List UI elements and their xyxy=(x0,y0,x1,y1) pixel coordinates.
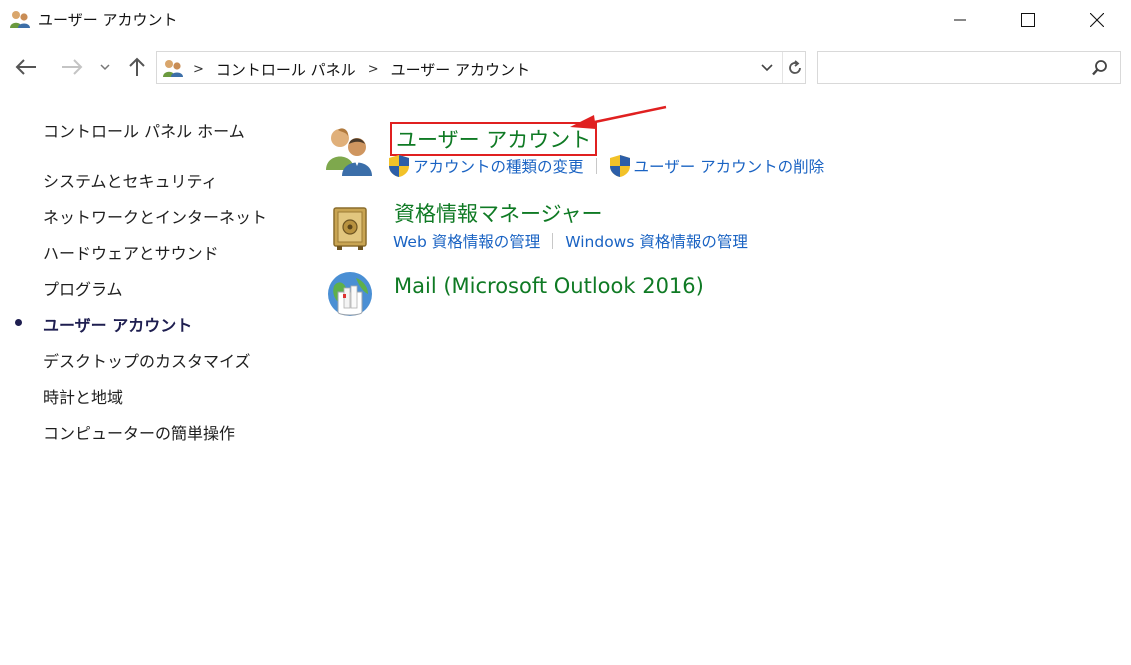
back-button[interactable] xyxy=(12,54,40,80)
vault-icon xyxy=(333,207,367,250)
category-links-user-accounts: アカウントの種類の変更 ユーザー アカウントの削除 xyxy=(388,154,824,178)
breadcrumb-item-user-accounts[interactable]: ユーザー アカウント xyxy=(391,59,530,80)
arrow-right-icon xyxy=(62,59,83,75)
sidebar-item-programs[interactable]: プログラム xyxy=(43,276,123,300)
minimize-icon xyxy=(954,19,966,21)
uac-shield-icon xyxy=(609,155,630,177)
users-icon xyxy=(10,11,30,28)
sidebar-item-ease-of-access[interactable]: コンピューターの簡単操作 xyxy=(43,420,235,444)
category-title-credential-manager[interactable]: 資格情報マネージャー xyxy=(394,198,603,228)
up-button[interactable] xyxy=(124,54,150,80)
mail-globe-icon xyxy=(328,272,372,316)
sidebar-item-clock-region[interactable]: 時計と地域 xyxy=(43,384,123,408)
maximize-button[interactable] xyxy=(993,0,1063,40)
sidebar-item-system-security[interactable]: システムとセキュリティ xyxy=(43,168,218,192)
breadcrumb-separator[interactable]: > xyxy=(368,62,379,77)
link-divider xyxy=(595,158,597,174)
link-divider xyxy=(552,233,554,249)
address-dropdown-button[interactable] xyxy=(757,56,777,80)
navigation-bar: > コントロール パネル > ユーザー アカウント xyxy=(0,48,1131,86)
sidebar-item-network[interactable]: ネットワークとインターネット xyxy=(43,204,267,228)
category-links-credential-manager: Web 資格情報の管理 Windows 資格情報の管理 xyxy=(393,230,748,252)
refresh-icon xyxy=(788,59,801,74)
sidebar-item-user-accounts[interactable]: ユーザー アカウント xyxy=(43,312,192,336)
arrow-left-icon xyxy=(15,59,36,75)
window-title: ユーザー アカウント xyxy=(38,11,178,29)
link-manage-web-credentials[interactable]: Web 資格情報の管理 xyxy=(393,230,540,252)
refresh-button[interactable] xyxy=(782,52,806,83)
users-icon xyxy=(326,128,372,176)
link-text[interactable]: ユーザー アカウントの削除 xyxy=(634,155,825,177)
address-bar[interactable]: > コントロール パネル > ユーザー アカウント xyxy=(156,51,806,84)
link-change-account-type[interactable]: アカウントの種類の変更 xyxy=(388,154,584,178)
sidebar-item-appearance[interactable]: デスクトップのカスタマイズ xyxy=(43,348,251,372)
chevron-down-icon xyxy=(761,64,773,72)
active-bullet xyxy=(15,319,22,326)
link-manage-windows-credentials[interactable]: Windows 資格情報の管理 xyxy=(565,230,748,252)
breadcrumb-item-control-panel[interactable]: コントロール パネル xyxy=(216,59,356,80)
breadcrumb-separator[interactable]: > xyxy=(193,62,204,77)
users-icon xyxy=(163,60,183,77)
maximize-icon xyxy=(1021,13,1035,27)
category-title-mail[interactable]: Mail (Microsoft Outlook 2016) xyxy=(394,274,704,298)
arrow-up-icon xyxy=(129,57,145,76)
title-bar: ユーザー アカウント xyxy=(0,0,1131,40)
link-delete-user-account[interactable]: ユーザー アカウントの削除 xyxy=(609,154,825,178)
close-button[interactable] xyxy=(1062,0,1131,40)
search-input[interactable] xyxy=(822,56,1082,80)
close-icon xyxy=(1090,13,1104,27)
minimize-button[interactable] xyxy=(925,0,995,40)
uac-shield-icon xyxy=(389,155,409,177)
search-box[interactable] xyxy=(817,51,1121,84)
forward-button[interactable] xyxy=(58,54,86,80)
annotation-arrow-icon xyxy=(570,105,667,129)
breadcrumb: > コントロール パネル > ユーザー アカウント xyxy=(191,59,530,80)
sidebar-item-hardware-sound[interactable]: ハードウェアとサウンド xyxy=(43,240,219,264)
control-panel-window: ユーザー アカウント > コントロール パネル > ユーザー アカウント コント… xyxy=(0,0,1131,665)
chevron-down-icon xyxy=(100,64,110,71)
link-text[interactable]: アカウントの種類の変更 xyxy=(413,155,584,177)
search-icon[interactable] xyxy=(1089,58,1111,78)
category-title-user-accounts[interactable]: ユーザー アカウント xyxy=(390,122,598,156)
recent-locations-button[interactable] xyxy=(96,54,114,80)
sidebar-home-link[interactable]: コントロール パネル ホーム xyxy=(43,118,245,142)
